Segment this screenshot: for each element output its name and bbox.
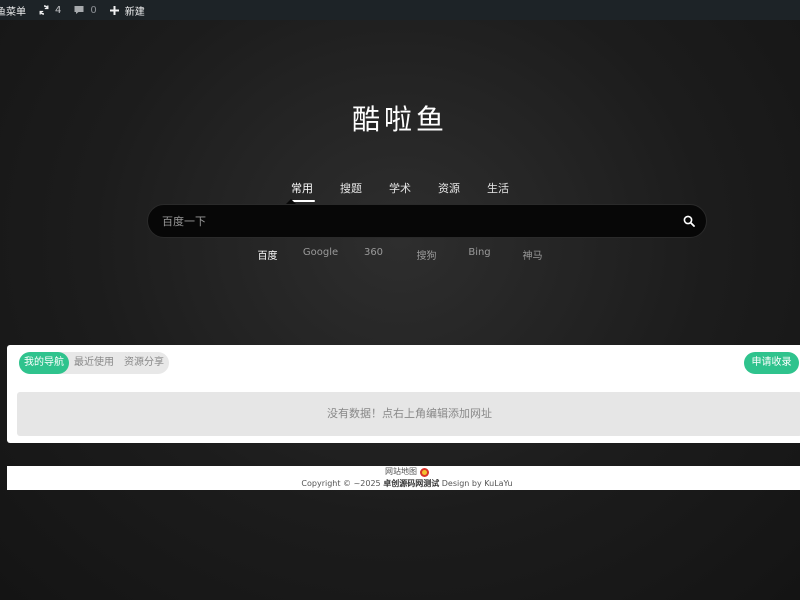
sitemap-link[interactable]: 网站地图 (385, 466, 417, 478)
engine-sogou[interactable]: 搜狗 (400, 247, 453, 262)
footer: 网站地图 Copyright © ~2025 卓创源码网测试 Design by… (7, 466, 800, 490)
copyright-row: Copyright © ~2025 卓创源码网测试 Design by KuLa… (7, 478, 800, 490)
copyright-text: Copyright © ~2025 (301, 479, 381, 488)
search-icon (683, 212, 695, 231)
empty-state: 没有数据！点右上角编辑添加网址 (17, 392, 800, 436)
admin-menu-label: 鱼菜单 (0, 6, 26, 18)
new-label: 新建 (124, 6, 145, 18)
apply-submit-button[interactable]: 申请收录 (744, 352, 799, 374)
admin-bar: 鱼菜单 4 0 新建 (0, 0, 800, 20)
police-badge-icon (420, 467, 429, 477)
search-button[interactable] (680, 212, 698, 230)
search-box (147, 204, 707, 238)
refresh-icon (38, 4, 50, 16)
footer-sitemap-row: 网站地图 (7, 466, 800, 478)
tab-recent[interactable]: 最近使用 (69, 352, 119, 374)
comments-count: 0 (90, 4, 97, 16)
comments-item[interactable]: 0 (73, 0, 97, 20)
engine-google[interactable]: Google (294, 247, 347, 262)
search-tab-academic[interactable]: 学术 (376, 180, 425, 202)
engine-baidu[interactable]: 百度 (241, 247, 294, 262)
comment-icon (73, 4, 85, 16)
search-tab-life[interactable]: 生活 (474, 180, 523, 202)
search-engines: 百度 Google 360 搜狗 Bing 神马 (0, 247, 800, 262)
site-name-link[interactable]: 卓创源码网测试 (383, 479, 439, 488)
new-item[interactable]: 新建 (109, 0, 145, 20)
plus-icon (109, 5, 120, 16)
design-by-text: Design by KuLaYu (441, 479, 513, 488)
search-tab-resources[interactable]: 资源 (425, 180, 474, 202)
updates-item[interactable]: 4 (38, 0, 61, 20)
search-input[interactable] (162, 205, 662, 237)
updates-count: 4 (55, 4, 62, 16)
search-tab-questions[interactable]: 搜题 (327, 180, 376, 202)
nav-panel: 我的导航 最近使用 资源分享 申请收录 没有数据！点右上角编辑添加网址 (7, 345, 800, 443)
tab-my-nav[interactable]: 我的导航 (19, 352, 69, 374)
tab-resource-share[interactable]: 资源分享 (119, 352, 169, 374)
engine-shenma[interactable]: 神马 (506, 247, 559, 262)
admin-menu-item[interactable]: 鱼菜单 (0, 0, 26, 20)
nav-tab-group: 我的导航 最近使用 资源分享 (19, 352, 169, 374)
search-tab-common[interactable]: 常用 (278, 180, 327, 202)
search-tabs: 常用 搜题 学术 资源 生活 (0, 180, 800, 202)
engine-bing[interactable]: Bing (453, 247, 506, 262)
engine-360[interactable]: 360 (347, 247, 400, 262)
site-title: 酷啦鱼 (351, 103, 448, 136)
